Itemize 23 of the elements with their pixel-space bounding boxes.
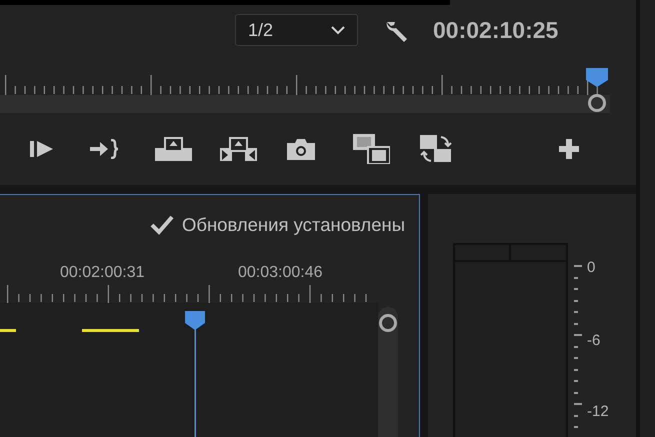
in-out-bar <box>0 329 16 332</box>
meter-scale-label: -12 <box>587 402 609 422</box>
zoom-handle-icon[interactable] <box>587 93 607 113</box>
playhead-icon[interactable] <box>184 311 206 437</box>
camera-icon[interactable] <box>287 138 315 160</box>
ruler-timecode: 00:02:00:31 <box>60 263 145 283</box>
meter-scale-label: 0 <box>587 258 596 278</box>
zoom-handle-icon[interactable] <box>378 313 398 333</box>
status-message: Обновления установлены <box>182 213 405 238</box>
vertical-scrollbar[interactable] <box>378 307 398 437</box>
playhead-marker-icon[interactable] <box>586 68 608 87</box>
in-out-bar <box>82 329 139 332</box>
resolution-dropdown[interactable]: 1/2 <box>235 14 358 46</box>
swap-icon[interactable] <box>420 135 452 163</box>
add-icon[interactable] <box>559 139 579 159</box>
meter-scale-label: -6 <box>587 331 600 351</box>
step-forward-icon[interactable] <box>30 140 54 158</box>
timecode: 00:02:10:25 <box>433 16 558 45</box>
scrub-track[interactable] <box>0 95 610 113</box>
ruler-timecode: 00:03:00:46 <box>238 263 323 283</box>
chevron-down-icon <box>331 26 345 34</box>
checkmark-icon <box>150 215 174 235</box>
resolution-value: 1/2 <box>248 18 274 42</box>
